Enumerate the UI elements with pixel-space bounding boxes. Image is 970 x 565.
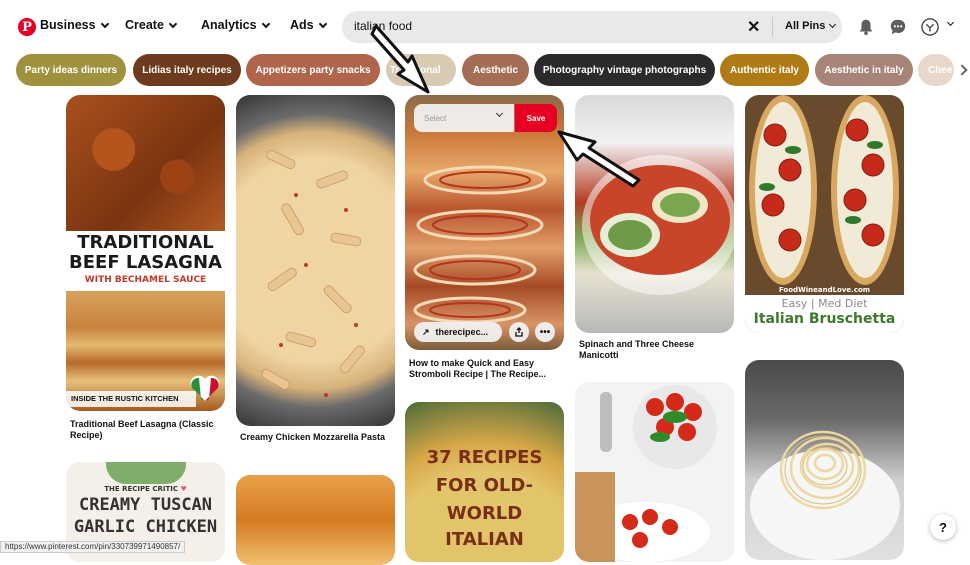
chip-party-ideas[interactable]: Party ideas dinners: [16, 54, 126, 86]
bruschetta-name: Italian Bruschetta: [753, 311, 896, 327]
chevron-down-icon: [261, 19, 270, 28]
recipes-line1: 37 RECIPES: [426, 447, 543, 468]
lasagna-title-line2: BEEF LASAGNA: [69, 252, 222, 273]
chip-authentic-italy[interactable]: Authentic italy: [720, 54, 809, 86]
browser-status-url: https://www.pinterest.com/pin/3307399714…: [0, 541, 186, 553]
tuscan-line1: CREAMY TUSCAN: [78, 495, 213, 515]
ads-menu[interactable]: Ads: [290, 18, 327, 32]
chevron-right-icon[interactable]: [956, 64, 968, 76]
create-menu[interactable]: Create: [125, 18, 178, 32]
chevron-down-icon: [829, 20, 837, 29]
recipes-line4: ITALIAN: [445, 529, 524, 550]
pin-bruschetta[interactable]: FoodWineandLove.com Easy | Med Diet Ital…: [745, 95, 904, 333]
pasta-image: [261, 149, 365, 397]
lasagna-footer: INSIDE THE RUSTIC KITCHEN: [66, 391, 196, 407]
chip-lidias-italy[interactable]: Lidias italy recipes: [133, 54, 241, 86]
create-label: Create: [125, 18, 164, 32]
recipes-line3: WORLD: [446, 503, 523, 524]
notifications-bell-icon[interactable]: [857, 18, 875, 36]
business-label: Business: [40, 18, 96, 32]
pin-lasagna-title[interactable]: Traditional Beef Lasagna (Classic Recipe…: [70, 419, 220, 441]
chevron-down-icon: [168, 19, 178, 28]
top-header: P Business Create Analytics Ads italian …: [0, 0, 970, 54]
search-divider: [772, 17, 773, 37]
bruschetta-site: FoodWineandLove.com: [778, 286, 871, 294]
recipes-line2: FOR OLD-: [435, 475, 534, 496]
pin-manicotti-title[interactable]: Spinach and Three Cheese Manicotti: [579, 339, 729, 361]
chip-appetizers[interactable]: Appetizers party snacks: [246, 54, 380, 86]
chevron-down-icon: [100, 19, 109, 28]
source-link-label: therecipec...: [435, 327, 489, 337]
annotation-arrow-left-icon: [557, 130, 641, 188]
save-button[interactable]: Save: [515, 104, 557, 132]
messages-icon[interactable]: [889, 18, 907, 36]
annotation-arrow-down-icon: [370, 24, 430, 94]
search-scope-dropdown[interactable]: All Pins: [785, 20, 837, 32]
chip-aesthetic-in-italy[interactable]: Aesthetic in italy: [815, 54, 913, 86]
business-menu[interactable]: Business: [40, 18, 109, 32]
analytics-label: Analytics: [201, 18, 257, 32]
bruschetta-sub: Easy | Med Diet: [781, 297, 868, 310]
ground-beef-image: [66, 95, 225, 231]
lasagna-title-line3: WITH BECHAMEL SAUCE: [84, 275, 207, 285]
search-scope-label: All Pins: [785, 20, 826, 32]
chip-label: Aesthetic in italy: [824, 64, 904, 76]
share-icon[interactable]: [509, 322, 529, 342]
chip-label: Chee: [928, 64, 953, 76]
account-chevron-down-icon[interactable]: [946, 18, 955, 27]
spaghetti-image: [750, 430, 900, 560]
bruschetta-image: [749, 95, 899, 285]
pin-spaghetti[interactable]: [745, 360, 904, 560]
chip-cheese[interactable]: Chee: [918, 54, 954, 86]
analytics-menu[interactable]: Analytics: [201, 18, 270, 32]
chip-label: Authentic italy: [730, 64, 799, 76]
pinterest-logo-icon[interactable]: P: [18, 18, 36, 36]
board-select-dropdown[interactable]: Select: [414, 104, 514, 132]
more-icon[interactable]: •••: [535, 322, 555, 342]
chip-label: Photography vintage photographs: [542, 64, 707, 76]
pin-stromboli[interactable]: [405, 95, 564, 350]
chip-label: Party ideas dinners: [24, 64, 118, 76]
chevron-down-icon: [495, 109, 504, 118]
chip-label: Lidias italy recipes: [142, 64, 232, 76]
chip-aesthetic[interactable]: Aesthetic: [462, 54, 529, 86]
ads-label: Ads: [290, 18, 314, 32]
pin-lasagna[interactable]: TRADITIONAL BEEF LASAGNA WITH BECHAMEL S…: [66, 95, 225, 411]
avatar[interactable]: [921, 18, 939, 36]
chip-photography[interactable]: Photography vintage photographs: [534, 54, 715, 86]
chip-label: Appetizers party snacks: [255, 64, 371, 76]
help-button[interactable]: ?: [930, 514, 956, 540]
herb-garnish-image: [106, 462, 186, 484]
clear-search-icon[interactable]: ✕: [747, 17, 760, 37]
pin-creamy-pasta[interactable]: [236, 95, 395, 426]
lasagna-title-line1: TRADITIONAL: [77, 232, 214, 253]
board-select-label: Select: [424, 113, 447, 123]
caprese-image: [575, 385, 717, 562]
external-link-icon: ↗: [422, 326, 430, 337]
tuscan-line2: GARLIC CHICKEN: [73, 517, 218, 537]
pin-37-recipes[interactable]: 37 RECIPES FOR OLD- WORLD ITALIAN: [405, 402, 564, 562]
tuscan-brand: THE RECIPE CRITIC ♥: [104, 485, 187, 493]
pin-chicken-parm[interactable]: [236, 475, 395, 565]
source-link-button[interactable]: ↗ therecipec...: [414, 322, 502, 342]
chevron-down-icon: [318, 19, 327, 28]
pin-stromboli-title[interactable]: How to make Quick and Easy Stromboli Rec…: [409, 358, 559, 380]
pin-pasta-title[interactable]: Creamy Chicken Mozzarella Pasta: [240, 432, 390, 443]
stromboli-image: [413, 165, 547, 324]
pin-caprese[interactable]: [575, 382, 734, 562]
chip-label: Aesthetic: [472, 64, 518, 76]
